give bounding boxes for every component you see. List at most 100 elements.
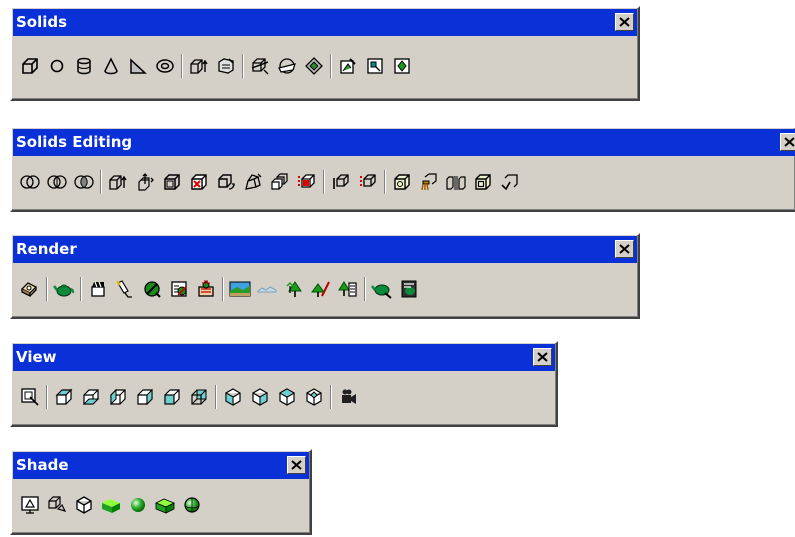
toolbar-title-bar[interactable]: Solids Editing	[13, 129, 795, 156]
toolbar-title-bar[interactable]: View	[13, 344, 555, 371]
close-button[interactable]	[615, 240, 634, 258]
ne-isometric-icon[interactable]	[275, 384, 299, 410]
render-preferences-icon[interactable]	[370, 276, 394, 302]
close-icon	[784, 137, 795, 147]
lights-icon[interactable]	[113, 276, 137, 302]
separator	[100, 170, 102, 194]
check-icon[interactable]	[498, 169, 522, 195]
close-button[interactable]	[287, 456, 306, 474]
left-view-icon[interactable]	[106, 384, 130, 410]
setup-profile-icon[interactable]	[390, 53, 414, 79]
render-teapot-icon[interactable]	[52, 276, 76, 302]
torus-icon[interactable]	[153, 53, 177, 79]
slice-icon[interactable]	[248, 53, 272, 79]
separate-icon[interactable]	[444, 169, 468, 195]
solids-toolbar: Solids	[10, 6, 640, 101]
toolbar-title: Render	[16, 240, 77, 258]
toolbar-title: Shade	[16, 456, 69, 474]
close-button[interactable]	[780, 133, 795, 151]
close-icon	[291, 460, 302, 470]
copy-faces-icon[interactable]	[268, 169, 292, 195]
flat-shaded-edges-icon[interactable]	[153, 492, 177, 518]
separator	[330, 385, 332, 409]
sw-isometric-icon[interactable]	[221, 384, 245, 410]
separator	[215, 385, 217, 409]
separator	[80, 277, 82, 301]
wedge-icon[interactable]	[126, 53, 150, 79]
offset-faces-icon[interactable]	[160, 169, 184, 195]
solids-editing-toolbar: Solids Editing	[10, 126, 795, 212]
se-isometric-icon[interactable]	[248, 384, 272, 410]
separator	[364, 277, 366, 301]
separator	[330, 54, 332, 78]
color-edges-icon[interactable]	[356, 169, 380, 195]
2d-wireframe-icon[interactable]	[18, 492, 42, 518]
toolbar-title: Solids	[16, 13, 68, 31]
3d-wireframe-icon[interactable]	[45, 492, 69, 518]
separator	[323, 170, 325, 194]
edit-landscape-icon[interactable]	[309, 276, 333, 302]
taper-faces-icon[interactable]	[241, 169, 265, 195]
flat-shaded-icon[interactable]	[99, 492, 123, 518]
materials-icon[interactable]	[140, 276, 164, 302]
nw-isometric-icon[interactable]	[302, 384, 326, 410]
extrude-faces-icon[interactable]	[106, 169, 130, 195]
landscape-library-icon[interactable]	[336, 276, 360, 302]
sphere-icon[interactable]	[45, 53, 69, 79]
scenes-icon[interactable]	[86, 276, 110, 302]
color-faces-icon[interactable]	[295, 169, 319, 195]
front-view-icon[interactable]	[160, 384, 184, 410]
close-button[interactable]	[533, 348, 552, 366]
gouraud-shaded-edges-icon[interactable]	[180, 492, 204, 518]
revolve-icon[interactable]	[214, 53, 238, 79]
gouraud-shaded-icon[interactable]	[126, 492, 150, 518]
cone-icon[interactable]	[99, 53, 123, 79]
shell-icon[interactable]	[471, 169, 495, 195]
move-faces-icon[interactable]	[133, 169, 157, 195]
top-view-icon[interactable]	[52, 384, 76, 410]
hide-icon[interactable]	[18, 276, 42, 302]
separator	[181, 54, 183, 78]
cylinder-icon[interactable]	[72, 53, 96, 79]
render-toolbar: Render	[10, 233, 640, 319]
rotate-faces-icon[interactable]	[214, 169, 238, 195]
statistics-icon[interactable]	[397, 276, 421, 302]
close-icon	[619, 244, 630, 254]
named-views-icon[interactable]	[18, 384, 42, 410]
setup-drawing-icon[interactable]	[336, 53, 360, 79]
mapping-icon[interactable]	[194, 276, 218, 302]
hidden-icon[interactable]	[72, 492, 96, 518]
toolbar-title-bar[interactable]: Solids	[13, 9, 637, 36]
camera-icon[interactable]	[336, 384, 360, 410]
toolbar-title: View	[16, 348, 57, 366]
toolbar-title: Solids Editing	[16, 133, 133, 151]
shade-toolbar: Shade	[10, 449, 312, 535]
setup-view-icon[interactable]	[363, 53, 387, 79]
separator	[384, 170, 386, 194]
toolbar-title-bar[interactable]: Shade	[13, 452, 309, 479]
close-icon	[537, 352, 548, 362]
interference-icon[interactable]	[302, 53, 326, 79]
box-icon[interactable]	[18, 53, 42, 79]
extrude-icon[interactable]	[187, 53, 211, 79]
right-view-icon[interactable]	[133, 384, 157, 410]
separator	[222, 277, 224, 301]
delete-faces-icon[interactable]	[187, 169, 211, 195]
fog-icon[interactable]	[255, 276, 279, 302]
back-view-icon[interactable]	[187, 384, 211, 410]
close-button[interactable]	[615, 13, 634, 31]
intersect-icon[interactable]	[72, 169, 96, 195]
background-icon[interactable]	[228, 276, 252, 302]
clean-icon[interactable]	[417, 169, 441, 195]
materials-library-icon[interactable]	[167, 276, 191, 302]
view-toolbar: View	[10, 341, 558, 427]
toolbar-title-bar[interactable]: Render	[13, 236, 637, 263]
copy-edges-icon[interactable]	[329, 169, 353, 195]
bottom-view-icon[interactable]	[79, 384, 103, 410]
subtract-icon[interactable]	[45, 169, 69, 195]
separator	[242, 54, 244, 78]
section-icon[interactable]	[275, 53, 299, 79]
new-landscape-icon[interactable]	[282, 276, 306, 302]
imprint-icon[interactable]	[390, 169, 414, 195]
union-icon[interactable]	[18, 169, 42, 195]
